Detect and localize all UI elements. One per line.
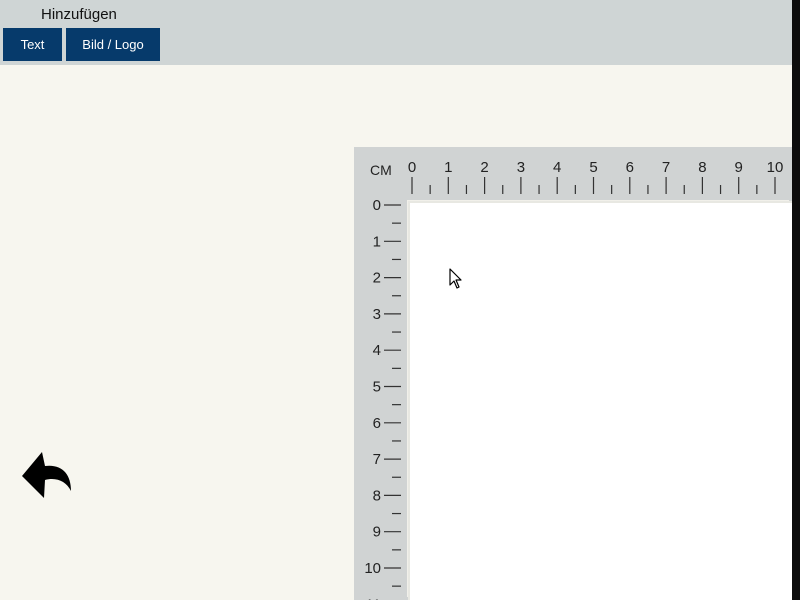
ruler-h-label: 6 bbox=[626, 159, 634, 176]
ruler-h-label: 10 bbox=[767, 159, 784, 176]
ruler-v-label: 4 bbox=[373, 342, 381, 359]
ruler-v-label: 8 bbox=[373, 487, 381, 504]
ruler-v-label: 3 bbox=[373, 306, 381, 323]
ruler-v-label: 10 bbox=[364, 560, 381, 577]
ruler-v-label: 9 bbox=[373, 524, 381, 541]
ruler-h-label: 7 bbox=[662, 159, 670, 176]
add-image-logo-button[interactable]: Bild / Logo bbox=[66, 28, 160, 61]
ruler-h-label: 5 bbox=[589, 159, 597, 176]
ruler-v-label: 7 bbox=[373, 451, 381, 468]
ruler-h-label: 2 bbox=[480, 159, 488, 176]
design-canvas[interactable] bbox=[410, 203, 792, 600]
ruler-frame: 0 1 2 3 4 5 6 7 8 9 10 0 1 2 3 4 5 6 7 8 9 10 11 CM bbox=[354, 147, 792, 600]
ruler-unit-label: CM bbox=[370, 162, 392, 178]
ruler-h-label: 4 bbox=[553, 159, 561, 176]
undo-arrow-icon[interactable] bbox=[18, 448, 74, 502]
ruler-v-label: 6 bbox=[373, 415, 381, 432]
ruler-h-label: 0 bbox=[408, 159, 416, 176]
ruler-v-label: 5 bbox=[373, 379, 381, 396]
toolbar: Hinzufügen Text Bild / Logo bbox=[0, 0, 792, 65]
ruler-v-label: 11 bbox=[365, 596, 381, 600]
ruler-h-label: 1 bbox=[444, 159, 452, 176]
toolbar-title: Hinzufügen bbox=[41, 6, 117, 23]
ruler-h-label: 8 bbox=[698, 159, 706, 176]
ruler-v-label: 0 bbox=[373, 197, 381, 214]
add-text-button[interactable]: Text bbox=[3, 28, 62, 61]
ruler-v-label: 2 bbox=[373, 270, 381, 287]
window-edge bbox=[792, 0, 800, 600]
ruler-h-label: 3 bbox=[517, 159, 525, 176]
ruler-h-label: 9 bbox=[735, 159, 743, 176]
ruler-v-label: 1 bbox=[373, 233, 381, 250]
mouse-pointer-icon bbox=[449, 268, 462, 289]
